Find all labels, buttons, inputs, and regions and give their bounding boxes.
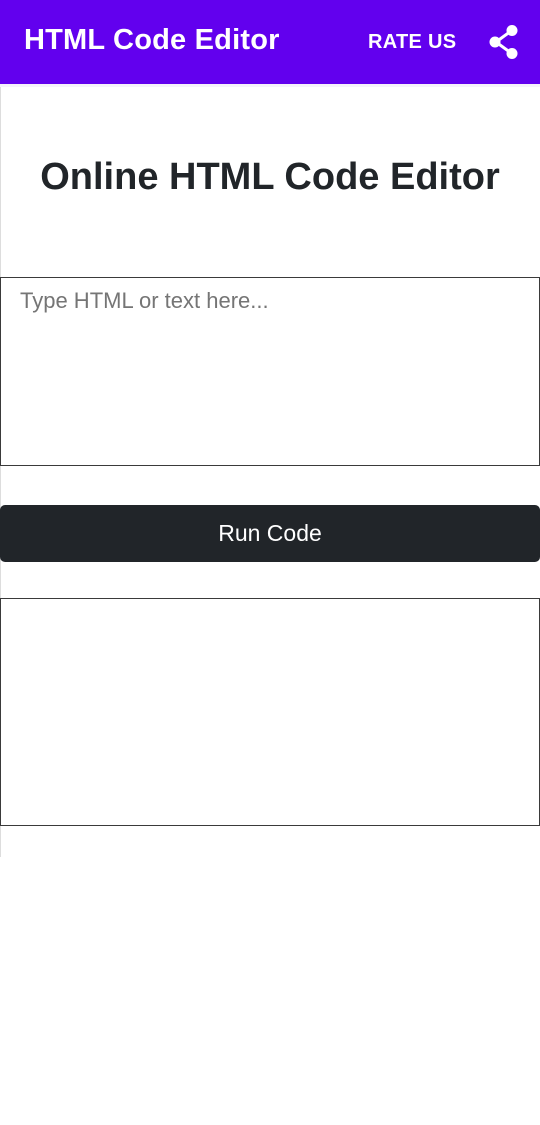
rate-us-button[interactable]: RATE US [368,31,456,54]
output-frame [0,598,540,826]
page-title: Online HTML Code Editor [40,156,500,198]
app-bar: HTML Code Editor RATE US [0,0,540,84]
html-code-input[interactable] [0,277,540,466]
share-icon [489,25,518,59]
run-code-button[interactable]: Run Code [0,505,540,562]
share-button[interactable] [484,22,524,62]
app-title: HTML Code Editor [24,24,280,56]
app-bar-divider [0,84,540,87]
